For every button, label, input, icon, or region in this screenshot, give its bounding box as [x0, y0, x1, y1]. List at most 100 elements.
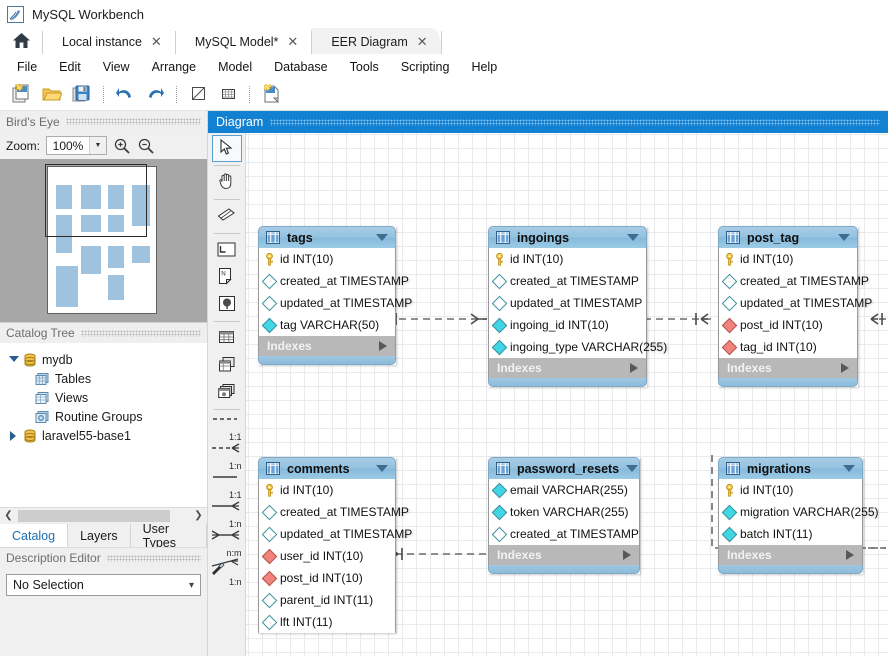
entity-table-post_tag[interactable]: post_tag id INT(10) created_at TIMESTAMP up…: [718, 226, 872, 387]
tree-node-laravel55-base1[interactable]: laravel55-base1: [7, 426, 207, 445]
tree-node-routine-groups[interactable]: Routine Groups: [7, 407, 207, 426]
zoom-out-magnifier-icon[interactable]: [137, 137, 155, 155]
toggle-grid-button[interactable]: [184, 82, 212, 108]
entity-column[interactable]: migration VARCHAR(255): [719, 501, 879, 523]
entity-header[interactable]: migrations: [718, 457, 863, 479]
menu-file[interactable]: File: [6, 57, 48, 77]
triangle-right-icon[interactable]: [841, 363, 849, 373]
entity-header[interactable]: ingoings: [488, 226, 647, 248]
entity-column[interactable]: created_at TIMESTAMP: [489, 270, 646, 292]
menu-arrange[interactable]: Arrange: [141, 57, 207, 77]
menu-model[interactable]: Model: [207, 57, 263, 77]
caret-down-icon[interactable]: [376, 465, 388, 472]
entity-header[interactable]: tags: [258, 226, 396, 248]
entity-column[interactable]: id INT(10): [719, 479, 862, 501]
close-icon[interactable]: ✕: [151, 35, 162, 48]
entity-header[interactable]: password_resets: [488, 457, 640, 479]
routine-group-tool[interactable]: [212, 379, 242, 406]
entity-header[interactable]: comments: [258, 457, 396, 479]
menu-database[interactable]: Database: [263, 57, 339, 77]
entity-indexes-section[interactable]: Indexes: [488, 358, 647, 378]
tab-eer-diagram[interactable]: EER Diagram ✕: [311, 28, 442, 55]
entity-table-migrations[interactable]: migrations id INT(10) migration VARCHAR(25…: [718, 457, 879, 574]
note-tool[interactable]: N: [212, 264, 242, 291]
entity-column[interactable]: created_at TIMESTAMP: [719, 270, 869, 292]
hand-tool[interactable]: [212, 169, 242, 196]
close-icon[interactable]: ✕: [287, 35, 298, 48]
chevron-right-icon[interactable]: ❯: [190, 510, 207, 521]
tree-node-views[interactable]: Views: [7, 388, 207, 407]
entity-table-ingoings[interactable]: ingoings id INT(10) created_at TIMESTAMP up…: [488, 226, 667, 387]
home-tab-button[interactable]: [0, 28, 42, 55]
entity-column[interactable]: updated_at TIMESTAMP: [259, 523, 412, 545]
entity-column[interactable]: user_id INT(10): [259, 545, 395, 567]
close-icon[interactable]: ✕: [417, 35, 428, 48]
open-model-button[interactable]: [38, 82, 66, 108]
chevron-down-icon[interactable]: ▾: [189, 580, 194, 591]
scrollbar-track[interactable]: [17, 509, 190, 523]
chevron-down-icon[interactable]: ▼: [89, 137, 107, 154]
save-model-button[interactable]: [68, 82, 96, 108]
new-diagram-button[interactable]: [257, 82, 285, 108]
undo-button[interactable]: [111, 82, 139, 108]
relation-n-m-tool[interactable]: n:m: [210, 529, 244, 558]
entity-column[interactable]: post_id INT(10): [719, 314, 857, 336]
menu-scripting[interactable]: Scripting: [390, 57, 461, 77]
entity-table-password_resets[interactable]: password_resets email VARCHAR(255) token V…: [488, 457, 640, 574]
triangle-right-icon[interactable]: [846, 550, 854, 560]
entity-column[interactable]: email VARCHAR(255): [489, 479, 639, 501]
entity-column[interactable]: updated_at TIMESTAMP: [259, 292, 412, 314]
tab-layers[interactable]: Layers: [68, 524, 131, 547]
view-tool[interactable]: [212, 352, 242, 379]
entity-column[interactable]: created_at TIMESTAMP: [489, 523, 639, 545]
entity-column[interactable]: id INT(10): [489, 248, 646, 270]
tab-local-instance[interactable]: Local instance ✕: [42, 28, 175, 55]
redo-button[interactable]: [141, 82, 169, 108]
eer-diagram-canvas[interactable]: tags id INT(10) created_at TIMESTAMP update…: [246, 133, 888, 656]
catalog-horizontal-scrollbar[interactable]: ❮ ❯: [0, 507, 207, 523]
entity-column[interactable]: parent_id INT(11): [259, 589, 395, 611]
chevron-left-icon[interactable]: ❮: [0, 510, 17, 521]
eraser-tool[interactable]: [212, 203, 242, 230]
triangle-right-icon[interactable]: [623, 550, 631, 560]
relation-1-n-non-identifying-tool[interactable]: 1:n: [210, 500, 244, 529]
relation-1-n-identifying-tool[interactable]: 1:n: [210, 442, 244, 471]
birds-eye-viewport-rect[interactable]: [45, 164, 147, 237]
menu-tools[interactable]: Tools: [339, 57, 390, 77]
entity-header[interactable]: post_tag: [718, 226, 858, 248]
entity-table-comments[interactable]: comments id INT(10) created_at TIMESTAMP up…: [258, 457, 412, 633]
caret-down-icon[interactable]: [838, 234, 850, 241]
catalog-tree[interactable]: mydb Tables Views Routine Groups laravel…: [0, 343, 207, 507]
selection-combobox[interactable]: No Selection ▾: [6, 574, 201, 596]
entity-column[interactable]: ingoing_id INT(10): [489, 314, 646, 336]
tab-catalog[interactable]: Catalog: [0, 524, 69, 547]
image-tool[interactable]: [212, 291, 242, 318]
triangle-right-icon[interactable]: [379, 341, 387, 351]
relation-1-1-identifying-tool[interactable]: 1:1: [210, 413, 244, 442]
birds-eye-view[interactable]: [0, 159, 207, 322]
entity-column[interactable]: id INT(10): [259, 479, 395, 501]
entity-column[interactable]: batch INT(11): [719, 523, 862, 545]
scrollbar-thumb[interactable]: [18, 509, 170, 522]
entity-column[interactable]: tag_id INT(10): [719, 336, 857, 358]
menu-view[interactable]: View: [92, 57, 141, 77]
entity-column[interactable]: created_at TIMESTAMP: [259, 270, 409, 292]
triangle-right-icon[interactable]: [630, 363, 638, 373]
entity-table-tags[interactable]: tags id INT(10) created_at TIMESTAMP update…: [258, 226, 412, 365]
entity-column[interactable]: token VARCHAR(255): [489, 501, 639, 523]
menu-edit[interactable]: Edit: [48, 57, 92, 77]
entity-column[interactable]: updated_at TIMESTAMP: [489, 292, 646, 314]
entity-column[interactable]: id INT(10): [259, 248, 395, 270]
entity-column[interactable]: id INT(10): [719, 248, 857, 270]
layer-tool[interactable]: [212, 237, 242, 264]
zoom-level-combobox[interactable]: 100% ▼: [46, 136, 108, 155]
triangle-right-icon[interactable]: [9, 431, 18, 441]
entity-column[interactable]: post_id INT(10): [259, 567, 395, 589]
relation-1-1-non-identifying-tool[interactable]: 1:1: [210, 471, 244, 500]
tab-mysql-model[interactable]: MySQL Model* ✕: [174, 28, 312, 55]
triangle-down-icon[interactable]: [9, 355, 19, 364]
entity-column[interactable]: created_at TIMESTAMP: [259, 501, 409, 523]
menu-help[interactable]: Help: [460, 57, 508, 77]
tree-node-tables[interactable]: Tables: [7, 369, 207, 388]
toggle-page-grid-button[interactable]: [214, 82, 242, 108]
